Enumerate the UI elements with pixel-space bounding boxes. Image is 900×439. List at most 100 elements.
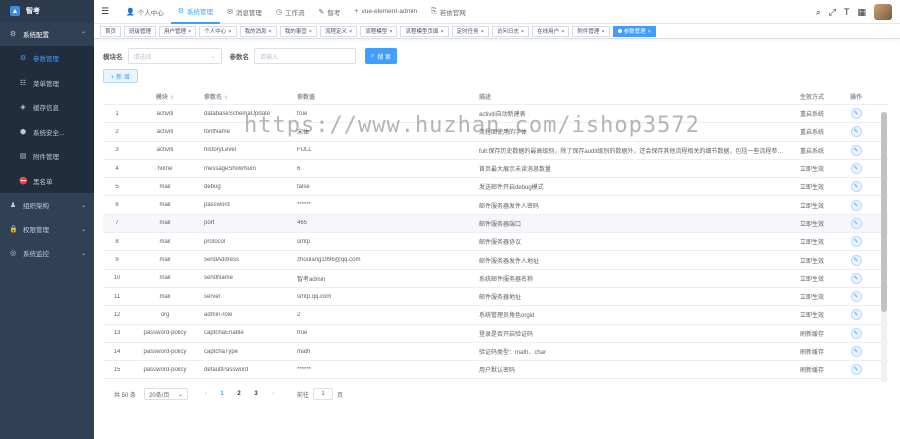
table-row[interactable]: 4 home messageShowNum 6 首页最大展示未读消息数量 立即生效 ✎	[103, 160, 888, 179]
tag-2[interactable]: 用户管理 ×	[159, 25, 197, 37]
close-icon[interactable]: ×	[188, 29, 191, 35]
tag-6[interactable]: 流程定义 ×	[319, 25, 358, 37]
tag-3[interactable]: 个人中心 ×	[199, 25, 237, 37]
table-cell: 首页最大展示未读消息数量	[479, 167, 552, 174]
topnav-item-4[interactable]: ✎ 智考	[311, 0, 347, 24]
table-row[interactable]: 9 mail sendAddress zhoulang1996@qq.com 邮件服务器…	[103, 251, 888, 270]
close-icon[interactable]: ×	[440, 29, 443, 35]
close-icon[interactable]: ×	[648, 29, 651, 35]
table-row[interactable]: 3 activiti historyLevel FULL full:保存历史数据的最高级…	[103, 142, 888, 160]
edit-icon[interactable]: ✎	[850, 236, 862, 248]
edit-icon[interactable]: ✎	[850, 181, 862, 193]
topnav-item-1[interactable]: ⚙ 系统管理	[170, 0, 220, 24]
search-button[interactable]: ⌕ 搜 索	[365, 48, 398, 64]
tag-7[interactable]: 流程模型 ×	[360, 25, 398, 37]
edit-icon[interactable]: ✎	[850, 144, 862, 156]
tag-4[interactable]: 我的消息 ×	[239, 25, 277, 37]
tag-13[interactable]: 参数管理 ×	[612, 25, 656, 37]
table-scrollbar[interactable]	[881, 112, 887, 382]
topnav-item-0[interactable]: 👤 个人中心	[119, 0, 171, 24]
edit-icon[interactable]: ✎	[850, 272, 862, 284]
table-row[interactable]: 8 mail protocol smtp 邮件服务器协议 立即生效 ✎	[103, 233, 888, 252]
table-row[interactable]: 11 mail server smtp.qq.com 邮件服务器地址 立即生效 ✎	[103, 288, 888, 307]
scrollbar-thumb[interactable]	[881, 112, 887, 312]
sidebar-item-1[interactable]: ⚙ 参数管理	[0, 46, 94, 71]
edit-icon[interactable]: ✎	[850, 364, 862, 376]
add-button[interactable]: + 新 增	[103, 69, 138, 83]
table-row[interactable]: 6 mail password ****** 邮件服务器发件人密码 立即生效 ✎	[103, 196, 888, 215]
sidebar-item-0[interactable]: ⚙ 系统配置 ⌃	[0, 22, 94, 46]
edit-icon[interactable]: ✎	[850, 346, 862, 357]
table-row[interactable]: 13 password-policy captchaEnable true 登录是否开启…	[103, 325, 888, 343]
sort-icon[interactable]: ⇕	[170, 95, 174, 101]
tag-1[interactable]: 班级管理	[124, 25, 157, 37]
page-number[interactable]: 1	[216, 391, 228, 397]
sidebar-item-5[interactable]: ▤ 附件管理	[0, 144, 94, 169]
tag-8[interactable]: 流程模型页面 ×	[400, 25, 449, 37]
edit-icon[interactable]: ✎	[850, 254, 862, 266]
table-row[interactable]: 10 mail sendName 智考admin 系统邮件服务器名称 立即生效 ✎	[103, 270, 888, 288]
topnav-item-5[interactable]: + vue-element-admin	[347, 0, 424, 24]
close-icon[interactable]: ×	[481, 29, 484, 35]
param-input[interactable]: 请输入	[254, 48, 356, 64]
edit-icon[interactable]: ✎	[850, 108, 862, 120]
topnav-item-3[interactable]: ◷ 工作流	[269, 0, 312, 24]
goto-input[interactable]: 1	[313, 388, 334, 400]
sidebar-item-9[interactable]: ◎ 系统监控 ⌄	[0, 241, 94, 265]
search-icon[interactable]: ⌕	[816, 7, 821, 18]
sidebar-item-4[interactable]: ⬢ 系统安全...	[0, 119, 94, 144]
table-cell: historyLevel	[204, 147, 237, 154]
sidebar-item-3[interactable]: ◈ 缓存信息	[0, 95, 94, 120]
table-row[interactable]: 5 mail debug false 发送邮件开启debug模式 立即生效 ✎	[103, 178, 888, 197]
tag-11[interactable]: 在线用户 ×	[532, 25, 570, 37]
tag-0[interactable]: 首页	[100, 25, 122, 37]
close-icon[interactable]: ×	[269, 29, 272, 35]
table-row[interactable]: 15 password-policy defaultPassword ****** 用户…	[103, 361, 888, 380]
sidebar-item-8[interactable]: 🔒 权限管理 ⌄	[0, 217, 94, 241]
close-icon[interactable]: ×	[601, 29, 604, 35]
sort-icon[interactable]: ⇕	[224, 95, 228, 101]
table-row[interactable]: 1 activiti databaseSchemaUpdate true activit…	[103, 105, 888, 124]
table-row[interactable]: 12 org admin-role 2 系统管理员角色orgid 立即生效 ✎	[103, 306, 888, 325]
edit-icon[interactable]: ✎	[850, 163, 862, 175]
close-icon[interactable]: ×	[349, 29, 352, 35]
table-row[interactable]: 2 activiti fontName 宋体 流程图使用的字体 重启系统 ✎	[103, 123, 888, 142]
topnav-item-6[interactable]: ⎘ 若依官网	[424, 0, 473, 24]
tag-10[interactable]: 访问日志 ×	[491, 25, 530, 37]
topnav-item-label: 智考	[327, 9, 341, 17]
edit-icon[interactable]: ✎	[850, 199, 862, 211]
avatar[interactable]	[874, 4, 892, 20]
close-icon[interactable]: ×	[309, 29, 312, 35]
close-icon[interactable]: ×	[521, 29, 524, 35]
prev-page-icon[interactable]: ‹	[200, 391, 212, 397]
table-row[interactable]: 14 password-policy captchaType math 验证码类型：ma…	[103, 343, 888, 362]
column-header-1[interactable]: 模块 ⇕	[131, 92, 199, 101]
edit-icon[interactable]: ✎	[850, 217, 862, 229]
tag-12[interactable]: 附件管理 ×	[572, 25, 610, 37]
edit-icon[interactable]: ✎	[850, 327, 862, 339]
sidebar-item-6[interactable]: ⛔ 黑名单	[0, 168, 94, 193]
table-row[interactable]: 7 mail port 465 邮件服务器端口 立即生效 ✎	[103, 214, 888, 234]
font-size-icon[interactable]: T	[844, 7, 850, 17]
tag-5[interactable]: 我的事宜 ×	[279, 25, 317, 37]
module-select[interactable]: 请选择 ⌄	[127, 48, 222, 64]
next-page-icon[interactable]: ›	[267, 391, 279, 397]
edit-icon[interactable]: ✎	[850, 126, 862, 138]
edit-icon[interactable]: ✎	[850, 291, 862, 303]
calendar-icon[interactable]: ▦	[857, 7, 866, 18]
hamburger-icon[interactable]: ☰	[101, 6, 111, 17]
sidebar-item-7[interactable]: ♟ 组织架构 ⌄	[0, 193, 94, 217]
page-number[interactable]: 3	[250, 391, 262, 397]
page-number[interactable]: 2	[233, 391, 245, 397]
close-icon[interactable]: ×	[561, 29, 564, 35]
fullscreen-icon[interactable]: ⤢	[829, 7, 836, 18]
tag-9[interactable]: 定时任务 ×	[451, 25, 489, 37]
edit-icon[interactable]: ✎	[850, 309, 862, 321]
close-icon[interactable]: ×	[389, 29, 392, 35]
page-size-select[interactable]: 20条/页 ⌄	[144, 388, 189, 400]
logo[interactable]: ▲ 智考	[0, 0, 94, 22]
column-header-2[interactable]: 参数名 ⇕	[199, 92, 292, 101]
sidebar-item-2[interactable]: ☷ 菜单管理	[0, 70, 94, 95]
close-icon[interactable]: ×	[228, 29, 231, 35]
topnav-item-2[interactable]: ✉ 消息管理	[220, 0, 269, 24]
